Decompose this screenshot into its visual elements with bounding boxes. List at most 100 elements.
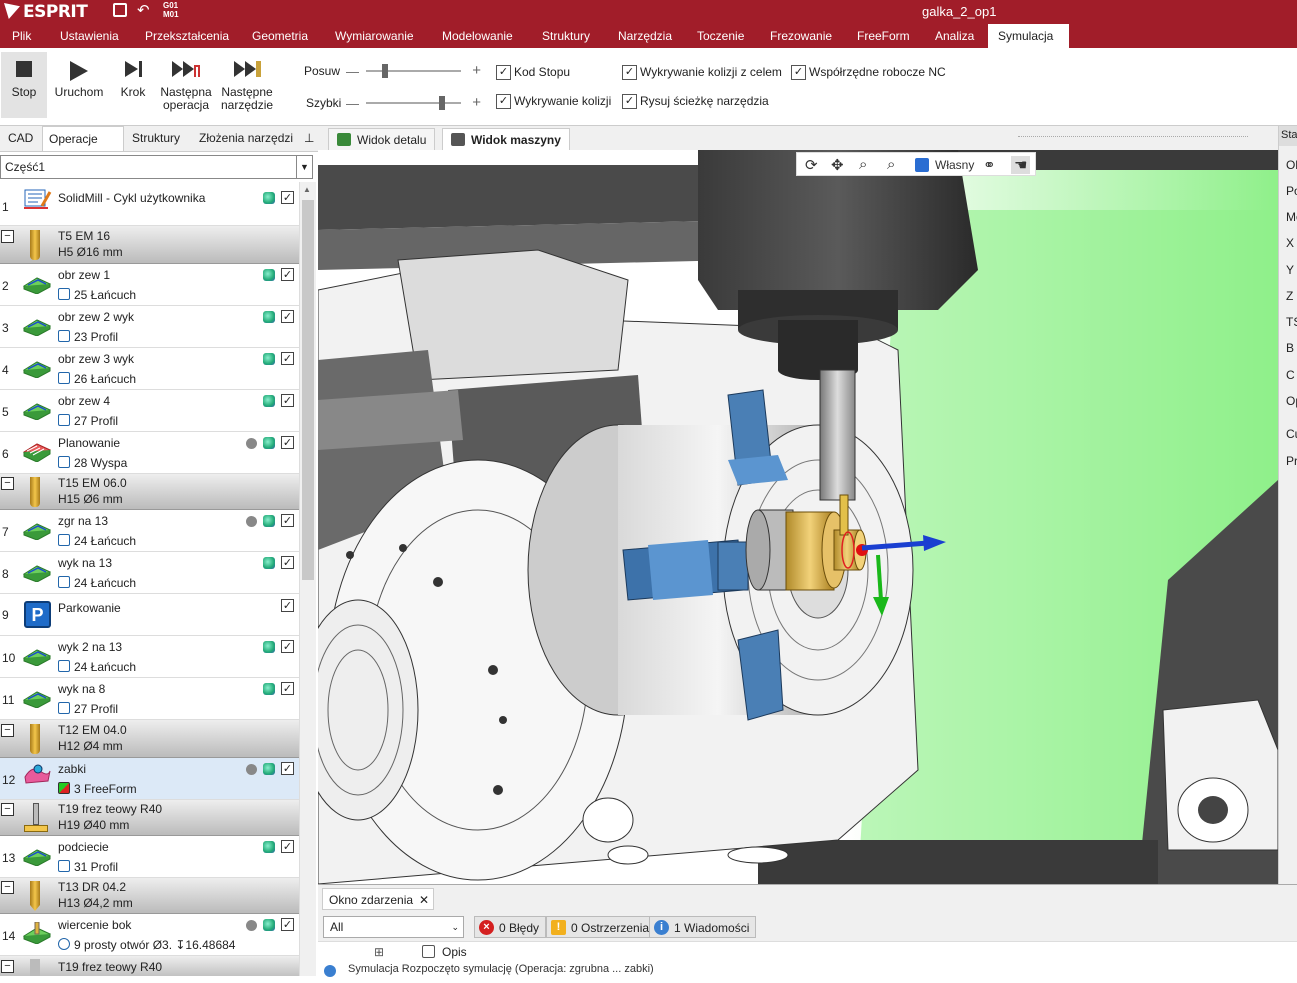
collapse-icon[interactable]: − (1, 230, 14, 243)
collapse-icon[interactable]: − (1, 881, 14, 894)
collapse-icon[interactable]: − (1, 803, 14, 816)
next-tool-button[interactable]: Następne narzędzie (221, 52, 273, 118)
list-item[interactable]: 14 wiercenie bok 9 prosty otwór Ø3. ↧16.… (0, 914, 299, 956)
op-enabled-checkbox[interactable]: ✓ (281, 394, 294, 407)
fast-slider[interactable]: — + (346, 94, 481, 111)
toolpath-checkbox[interactable]: Rysuj ścieżkę narzędzia (622, 93, 769, 109)
op-enabled-checkbox[interactable]: ✓ (281, 352, 294, 365)
step-button[interactable]: Krok (107, 52, 159, 118)
menu-symulacja[interactable]: Symulacja (988, 24, 1069, 48)
scroll-up-icon[interactable]: ▲ (303, 185, 311, 194)
list-item[interactable]: 11 wyk na 8 27 Profil ✓ (0, 678, 299, 720)
simulate-icon[interactable] (263, 919, 275, 931)
simulate-icon[interactable] (263, 269, 275, 281)
menu-plik[interactable]: Plik (2, 24, 41, 48)
menu-ustawienia[interactable]: Ustawienia (50, 24, 129, 48)
op-enabled-checkbox[interactable]: ✓ (281, 840, 294, 853)
list-item[interactable]: 13 podciecie 31 Profil ✓ (0, 836, 299, 878)
tab-operacje[interactable]: Operacje ✕ (42, 126, 124, 170)
tool-header[interactable]: − T13 DR 04.2 H13 Ø4,2 mm (0, 878, 299, 914)
menu-frezowanie[interactable]: Frezowanie (760, 24, 842, 48)
scrollbar-thumb[interactable] (302, 200, 314, 580)
simulate-icon[interactable] (263, 515, 275, 527)
simulate-icon[interactable] (263, 641, 275, 653)
op-enabled-checkbox[interactable]: ✓ (281, 514, 294, 527)
list-item[interactable]: 3 obr zew 2 wyk 23 Profil ✓ (0, 306, 299, 348)
warnings-filter-button[interactable]: ! 0 Ostrzerzenia (546, 916, 657, 938)
list-item[interactable]: 5 obr zew 4 27 Profil ✓ (0, 390, 299, 432)
op-enabled-checkbox[interactable]: ✓ (281, 599, 294, 612)
simulate-icon[interactable] (263, 437, 275, 449)
tool-header[interactable]: − T12 EM 04.0 H12 Ø4 mm (0, 720, 299, 758)
hand-icon[interactable]: ☚ (1011, 156, 1031, 174)
list-item[interactable]: 9 P Parkowanie ✓ (0, 594, 299, 636)
fast-slider-thumb[interactable] (439, 96, 445, 110)
view-cube-icon[interactable] (915, 158, 929, 172)
pan-icon[interactable]: ✥ (831, 156, 844, 174)
tab-widok-detalu[interactable]: Widok detalu (328, 128, 436, 150)
right-panel-tab[interactable]: Sta (1279, 126, 1297, 146)
menu-analiza[interactable]: Analiza (925, 24, 984, 48)
tool-header[interactable]: − T5 EM 16 H5 Ø16 mm (0, 226, 299, 264)
op-enabled-checkbox[interactable]: ✓ (281, 556, 294, 569)
close-icon[interactable]: ✕ (419, 889, 429, 911)
tool-header[interactable]: − T15 EM 06.0 H15 Ø6 mm (0, 474, 299, 510)
feed-slider-thumb[interactable] (382, 64, 388, 78)
simulate-icon[interactable] (263, 683, 275, 695)
chevron-down-icon[interactable]: ⌄ (451, 917, 459, 937)
list-item[interactable]: 4 obr zew 3 wyk 26 Łańcuch ✓ (0, 348, 299, 390)
simulate-icon[interactable] (263, 557, 275, 569)
op-enabled-checkbox[interactable]: ✓ (281, 762, 294, 775)
events-filter-select[interactable]: All ⌄ (323, 916, 464, 938)
messages-filter-button[interactable]: i 1 Wiadomości (649, 916, 757, 938)
collapse-icon[interactable]: − (1, 960, 14, 973)
simulate-icon[interactable] (263, 395, 275, 407)
op-enabled-checkbox[interactable]: ✓ (281, 310, 294, 323)
machine-viewport[interactable] (318, 150, 1278, 884)
binoculars-icon[interactable]: ⚭ (983, 156, 996, 174)
op-enabled-checkbox[interactable]: ✓ (281, 268, 294, 281)
collision-target-checkbox[interactable]: Wykrywanie kolizji z celem (622, 64, 782, 80)
menu-modelowanie[interactable]: Modelowanie (432, 24, 523, 48)
menu-narzedzia[interactable]: Narzędzia (608, 24, 682, 48)
list-item-selected[interactable]: 12 zabki 3 FreeForm ✓ (0, 758, 299, 800)
feed-slider[interactable]: — + (346, 62, 481, 79)
list-item[interactable]: 8 wyk na 13 24 Łańcuch ✓ (0, 552, 299, 594)
collision-checkbox[interactable]: Wykrywanie kolizji (496, 93, 611, 109)
save-icon[interactable] (113, 3, 127, 17)
menu-toczenie[interactable]: Toczenie (687, 24, 754, 48)
simulate-icon[interactable] (263, 311, 275, 323)
tab-widok-maszyny[interactable]: Widok maszyny (442, 128, 570, 150)
nc-coords-checkbox[interactable]: Współrzędne robocze NC (791, 64, 946, 80)
operations-scrollbar[interactable]: ▲ (299, 182, 316, 976)
list-item[interactable]: 7 zgr na 13 24 Łańcuch ✓ (0, 510, 299, 552)
tool-header[interactable]: − T19 frez teowy R40 (0, 956, 299, 976)
collapse-icon[interactable]: − (1, 724, 14, 737)
menu-freeform[interactable]: FreeForm (847, 24, 920, 48)
custom-view-label[interactable]: Własny (935, 158, 974, 172)
menu-geometria[interactable]: Geometria (242, 24, 318, 48)
op-enabled-checkbox[interactable]: ✓ (281, 191, 294, 204)
stop-button[interactable]: Stop (1, 52, 47, 118)
zoom-window-icon[interactable]: ⌕ (887, 156, 895, 173)
menu-wymiarowanie[interactable]: Wymiarowanie (325, 24, 424, 48)
chevron-down-icon[interactable]: ▼ (296, 156, 312, 178)
tab-okno-zdarzenia[interactable]: Okno zdarzenia ✕ (322, 888, 435, 911)
simulate-icon[interactable] (263, 763, 275, 775)
errors-filter-button[interactable]: × 0 Błędy (474, 916, 547, 938)
gcode-icon[interactable]: G01 M01 (163, 1, 179, 19)
op-enabled-checkbox[interactable]: ✓ (281, 640, 294, 653)
next-operation-button[interactable]: Następna operacja (160, 52, 212, 118)
list-item[interactable]: 1 SolidMill - Cykl użytkownika ✓ (0, 182, 299, 226)
part-select[interactable]: Część1 ▼ (0, 155, 313, 179)
op-enabled-checkbox[interactable]: ✓ (281, 436, 294, 449)
collapse-icon[interactable]: − (1, 477, 14, 490)
list-item[interactable]: 6 Planowanie 28 Wyspa ✓ (0, 432, 299, 474)
simulate-icon[interactable] (263, 841, 275, 853)
tab-struktury[interactable]: Struktury (126, 126, 186, 151)
tool-header[interactable]: − T19 frez teowy R40 H19 Ø40 mm (0, 800, 299, 836)
simulate-icon[interactable] (263, 192, 275, 204)
tab-zlozenia-narzedzi[interactable]: Złożenia narzędzi (193, 126, 299, 151)
menu-przeksztalcenia[interactable]: Przekształcenia (135, 24, 239, 48)
tab-cad[interactable]: CAD (2, 126, 39, 151)
